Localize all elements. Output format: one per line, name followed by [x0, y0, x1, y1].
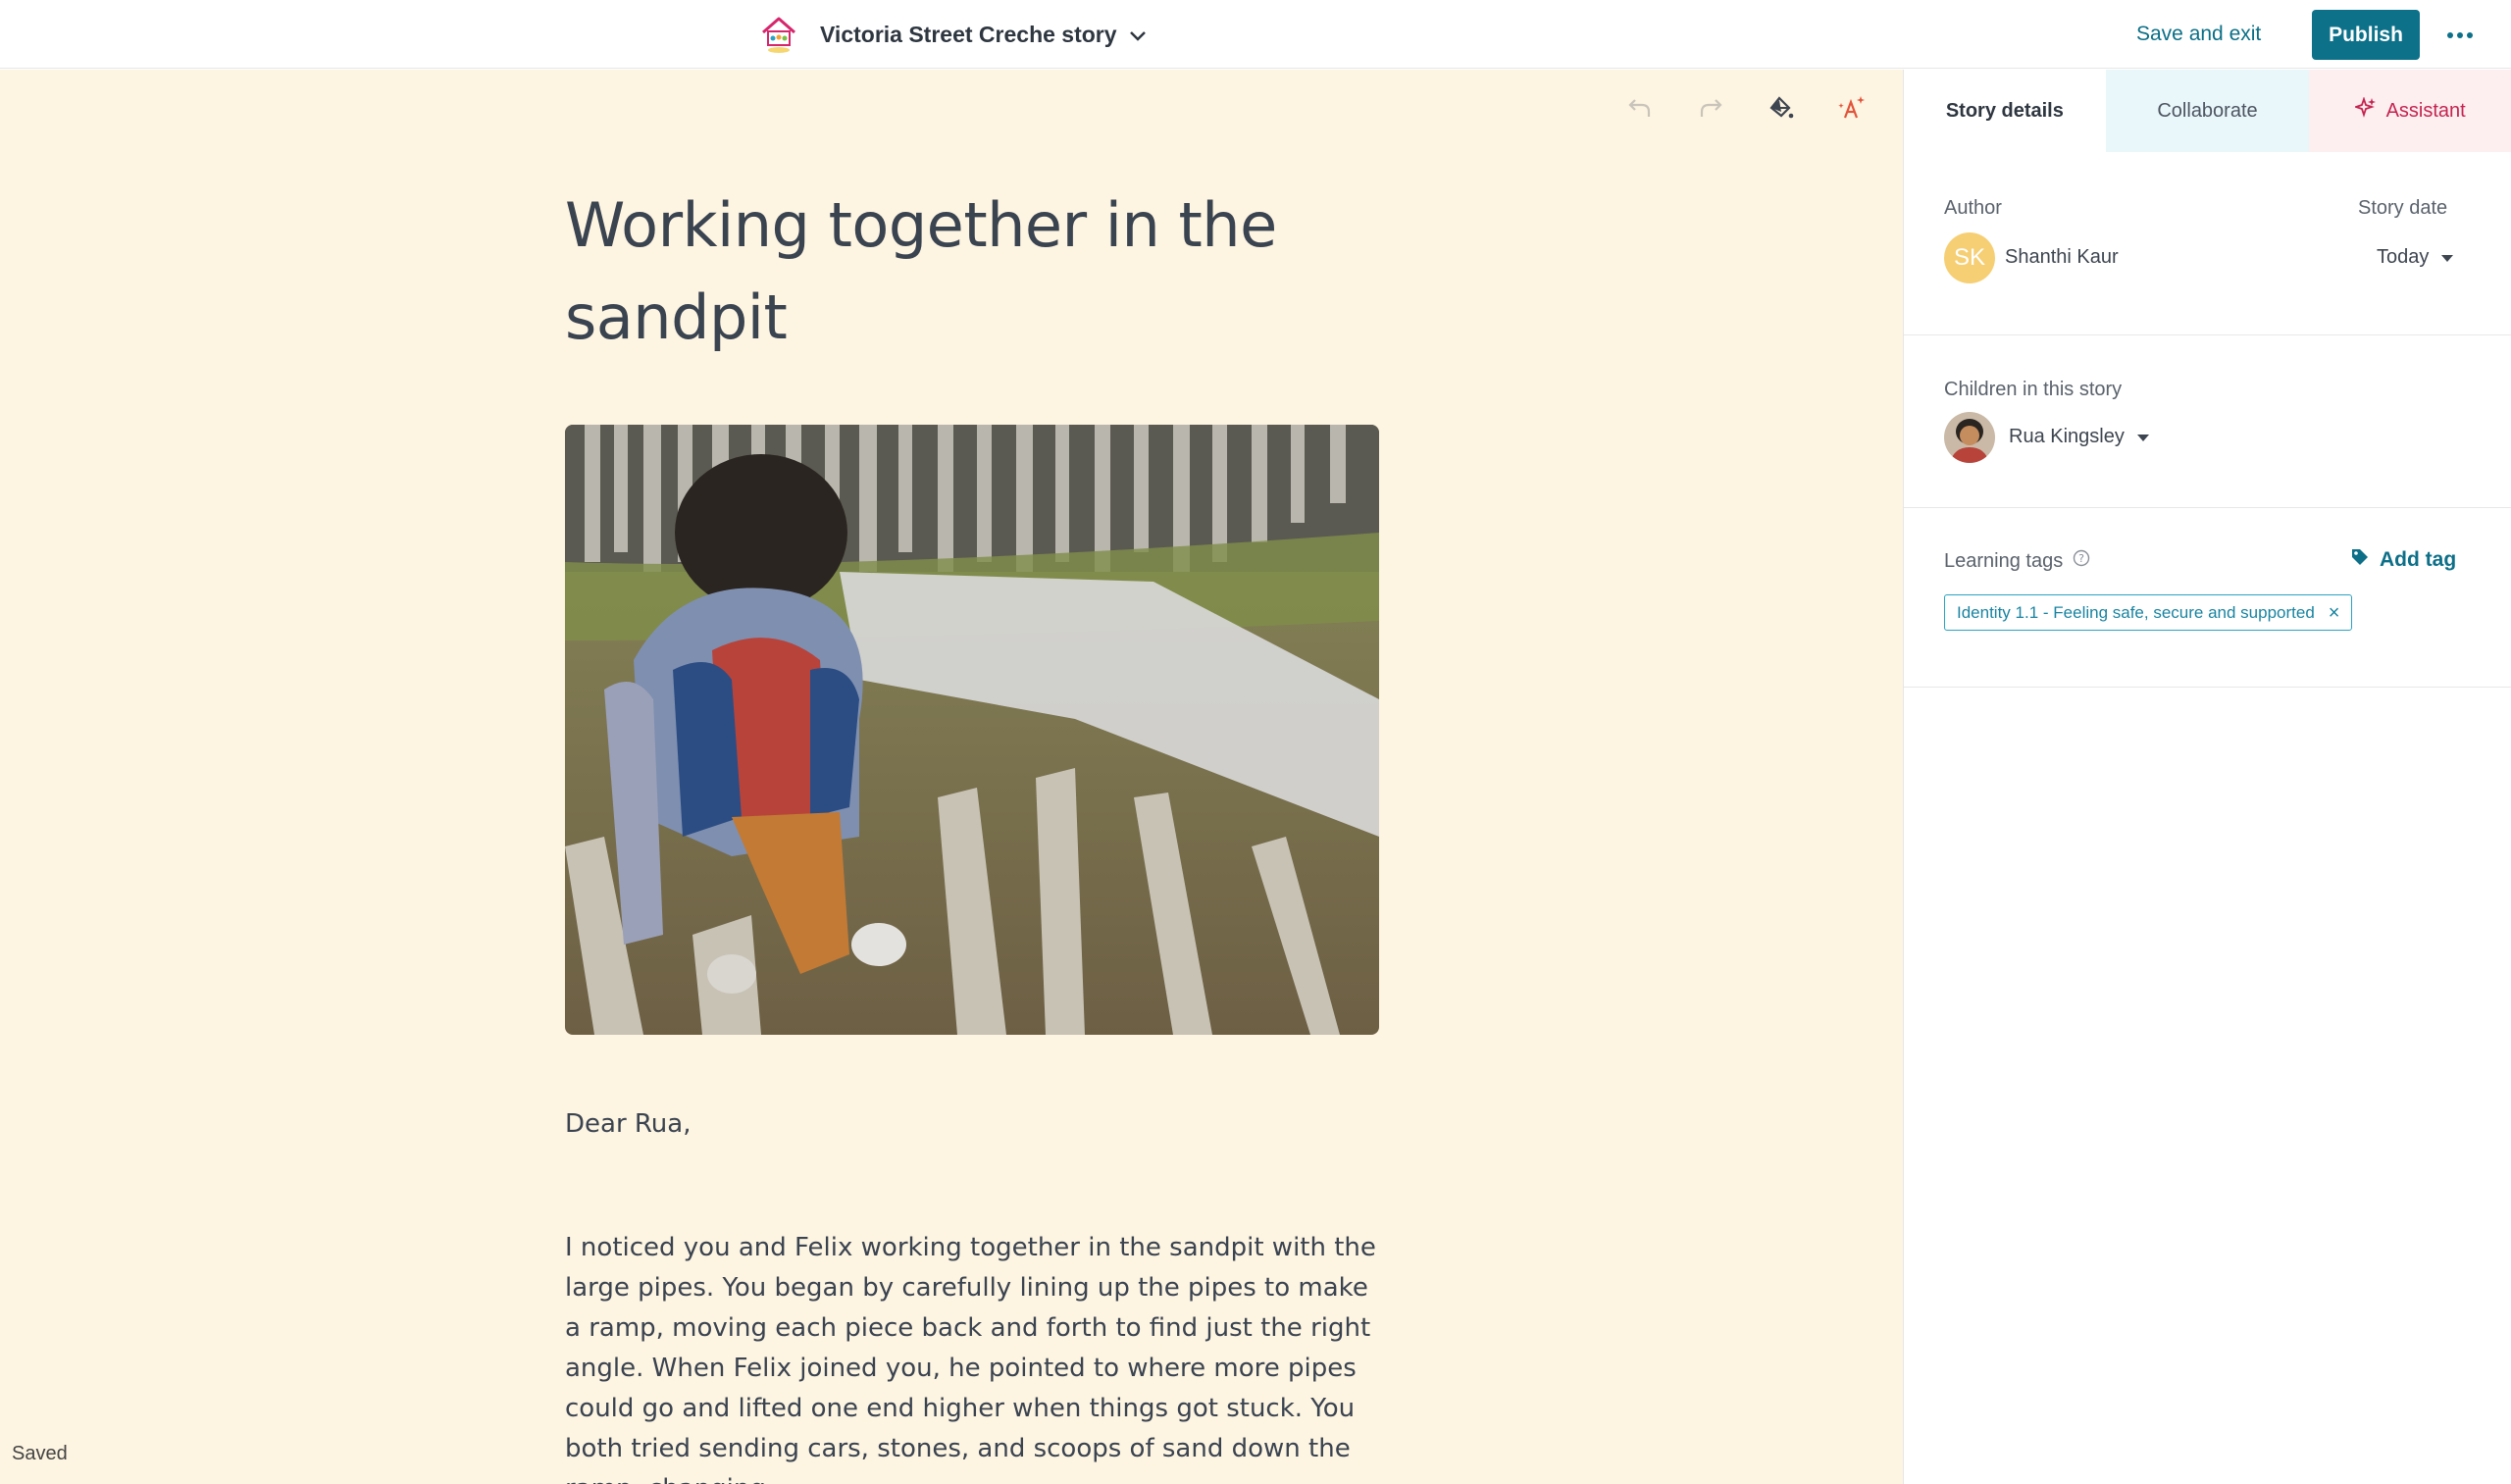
- theme-button[interactable]: [1765, 93, 1798, 127]
- paint-bucket-icon: [1768, 95, 1794, 126]
- story-greeting[interactable]: Dear Rua,: [565, 1109, 691, 1139]
- story-body-text[interactable]: I noticed you and Felix working together…: [565, 1228, 1379, 1484]
- learning-tags-label: Learning tags: [1944, 549, 2064, 572]
- svg-text:?: ?: [2078, 552, 2084, 565]
- child-name: Rua Kingsley: [2009, 426, 2125, 447]
- story-photo[interactable]: [565, 425, 1379, 1035]
- save-and-exit-button[interactable]: Save and exit: [2136, 18, 2261, 51]
- tab-assistant[interactable]: Assistant: [2309, 70, 2511, 152]
- remove-tag-close-icon[interactable]: ×: [2329, 603, 2340, 623]
- caret-down-icon: [2440, 246, 2454, 269]
- author-name[interactable]: Shanthi Kaur: [2005, 246, 2119, 269]
- sparkle-text-icon: [1837, 94, 1867, 127]
- redo-icon: [1698, 97, 1723, 124]
- author-label: Author: [1944, 197, 2002, 219]
- chevron-down-icon: [1129, 22, 1147, 48]
- author-avatar: SK: [1944, 232, 1995, 283]
- add-tag-label: Add tag: [2380, 548, 2457, 571]
- ai-assist-button[interactable]: [1835, 93, 1869, 127]
- tab-collaborate[interactable]: Collaborate: [2105, 70, 2310, 152]
- publish-button[interactable]: Publish: [2312, 10, 2420, 60]
- undo-icon: [1627, 97, 1653, 124]
- tag-icon: [2350, 547, 2370, 573]
- avatar: [1944, 412, 1995, 463]
- sparkle-icon: [2352, 96, 2377, 125]
- redo-button[interactable]: [1694, 93, 1727, 127]
- story-title-dropdown[interactable]: Victoria Street Creche story: [820, 18, 1147, 51]
- sidebar-tabs: Story details Collaborate Assistant: [1904, 70, 2511, 152]
- story-date-label: Story date: [2358, 197, 2448, 219]
- story-title-text: Victoria Street Creche story: [820, 21, 1117, 47]
- top-bar: Victoria Street Creche story Save and ex…: [0, 0, 2511, 69]
- children-section: Children in this story Rua Kingsley: [1904, 335, 2511, 508]
- story-heading[interactable]: Working together in the sandpit: [565, 179, 1379, 364]
- more-horizontal-icon: [2446, 26, 2474, 44]
- story-date-value: Today: [2377, 246, 2430, 268]
- undo-button[interactable]: [1623, 93, 1657, 127]
- child-dropdown[interactable]: Rua Kingsley: [2009, 426, 2150, 448]
- story-editor: Working together in the sandpit Dear Rua…: [0, 70, 1903, 1484]
- tab-story-details[interactable]: Story details: [1904, 70, 2106, 152]
- tab-assistant-label: Assistant: [2385, 99, 2466, 122]
- editor-toolbar: [1623, 93, 1869, 127]
- story-sidebar: Story details Collaborate Assistant Auth…: [1903, 70, 2511, 1484]
- learning-tags-label-row: Learning tags ?: [1944, 549, 2090, 573]
- save-status: Saved: [12, 1443, 68, 1464]
- learning-tags-section: Learning tags ? Add tag Identity 1.1 - F…: [1904, 508, 2511, 688]
- help-icon[interactable]: ?: [2073, 549, 2090, 573]
- creche-logo-icon: [757, 13, 800, 56]
- add-tag-button[interactable]: Add tag: [2350, 547, 2456, 573]
- children-label: Children in this story: [1944, 379, 2123, 400]
- learning-tag-chip: Identity 1.1 - Feeling safe, secure and …: [1944, 594, 2353, 631]
- story-date-dropdown[interactable]: Today: [2377, 246, 2454, 269]
- author-section: Author Story date SK Shanthi Kaur Today: [1904, 152, 2511, 335]
- story-title-area[interactable]: Working together in the sandpit: [565, 179, 1379, 364]
- caret-down-icon: [2136, 426, 2150, 448]
- more-options-button[interactable]: [2438, 14, 2482, 57]
- learning-tag-label: Identity 1.1 - Feeling safe, secure and …: [1957, 602, 2315, 622]
